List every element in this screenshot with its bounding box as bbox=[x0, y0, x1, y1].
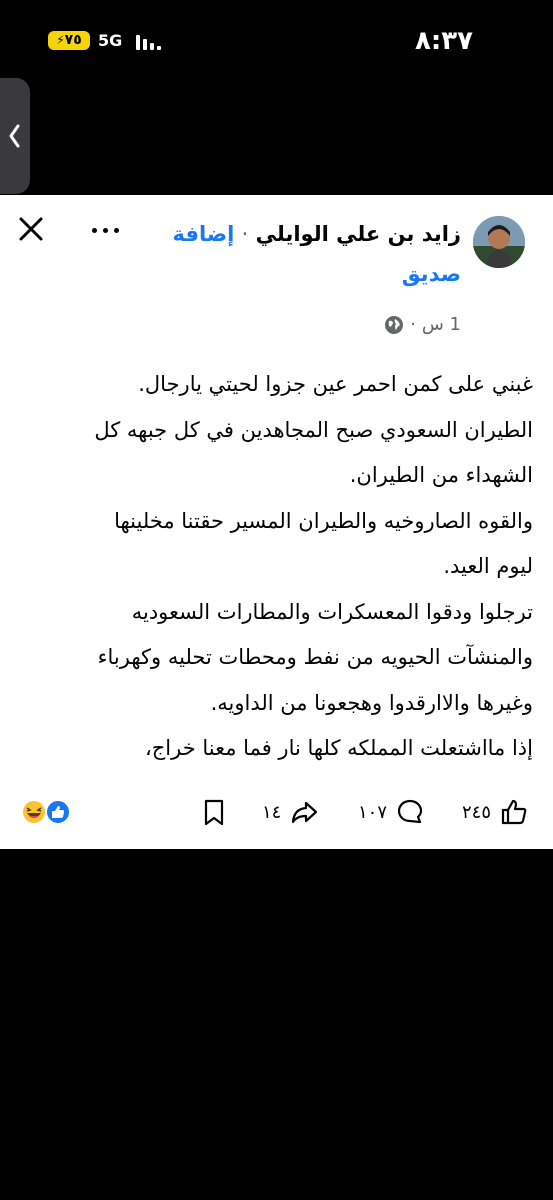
post-line: والقوه الصاروخيه والطيران المسير حقتنا م… bbox=[114, 508, 533, 533]
comment-icon bbox=[397, 799, 423, 824]
reaction-icons bbox=[21, 799, 71, 825]
post-meta: 1 س · bbox=[384, 314, 461, 335]
post-line: الشهداء من الطيران. bbox=[349, 463, 533, 487]
share-count: ١٤ bbox=[262, 801, 282, 823]
author-name[interactable]: زايد بن علي الوايلي bbox=[256, 222, 461, 246]
post-line: ليوم العيد. bbox=[443, 554, 533, 578]
save-button[interactable] bbox=[200, 794, 228, 830]
network-type: 5G bbox=[98, 31, 123, 50]
post-line: الطيران السعودي صبح المجاهدين في كل جبهه… bbox=[94, 417, 533, 442]
chevron-left-icon bbox=[9, 124, 20, 148]
like-reaction-icon bbox=[45, 799, 71, 825]
more-options-button[interactable] bbox=[86, 222, 126, 238]
battery-level: ٧٥ bbox=[64, 32, 82, 48]
post-line: والمنشآت الحيويه من نفط ومحطات تحليه وكه… bbox=[97, 645, 533, 669]
action-bar: ٢٤٥ ١٠٧ ١٤ bbox=[0, 794, 553, 830]
post-header: زايد بن علي الوايلي · إضافة صديق bbox=[131, 214, 461, 294]
post-line: غبني على كمن احمر عين جزوا لحيتي يارجال. bbox=[138, 372, 533, 396]
battery-indicator: ⚡٧٥ bbox=[48, 31, 90, 50]
reaction-summary[interactable] bbox=[18, 798, 74, 826]
post-line: وغيرها والاارقدوا وهجعونا من الداويه. bbox=[210, 690, 533, 715]
clock: ٨:٣٧ bbox=[414, 26, 473, 56]
avatar[interactable] bbox=[473, 216, 525, 268]
meta-separator: · bbox=[410, 314, 416, 335]
comment-count: ١٠٧ bbox=[358, 801, 388, 823]
bookmark-icon bbox=[204, 799, 224, 826]
close-icon bbox=[19, 217, 43, 241]
post-line: ترجلوا ودقوا المعسكرات والمطارات السعودي… bbox=[131, 599, 533, 624]
post-time: 1 س bbox=[421, 314, 461, 335]
comment-button[interactable]: ١٠٧ bbox=[358, 794, 425, 830]
like-button[interactable]: ٢٤٥ bbox=[462, 794, 529, 830]
header-separator: · bbox=[241, 222, 249, 246]
globe-icon bbox=[385, 315, 404, 334]
avatar-image bbox=[473, 216, 525, 268]
post-body: غبني على كمن احمر عين جزوا لحيتي يارجال.… bbox=[20, 362, 533, 772]
status-bar: ⚡٧٥ 5G ٨:٣٧ bbox=[0, 0, 553, 80]
close-button[interactable] bbox=[18, 216, 44, 242]
thumbs-up-icon bbox=[501, 799, 527, 825]
more-dots-icon bbox=[92, 228, 97, 233]
like-count: ٢٤٥ bbox=[462, 801, 492, 823]
share-icon bbox=[292, 801, 318, 824]
battery-bolt-icon: ⚡ bbox=[56, 33, 65, 47]
post-line: إذا مااشتعلت المملكه كلها نار فما معنا خ… bbox=[144, 736, 533, 760]
share-button[interactable]: ١٤ bbox=[262, 794, 319, 830]
back-swipe-tab[interactable] bbox=[0, 78, 30, 194]
signal-icon bbox=[136, 34, 162, 50]
haha-reaction-icon bbox=[21, 799, 47, 825]
